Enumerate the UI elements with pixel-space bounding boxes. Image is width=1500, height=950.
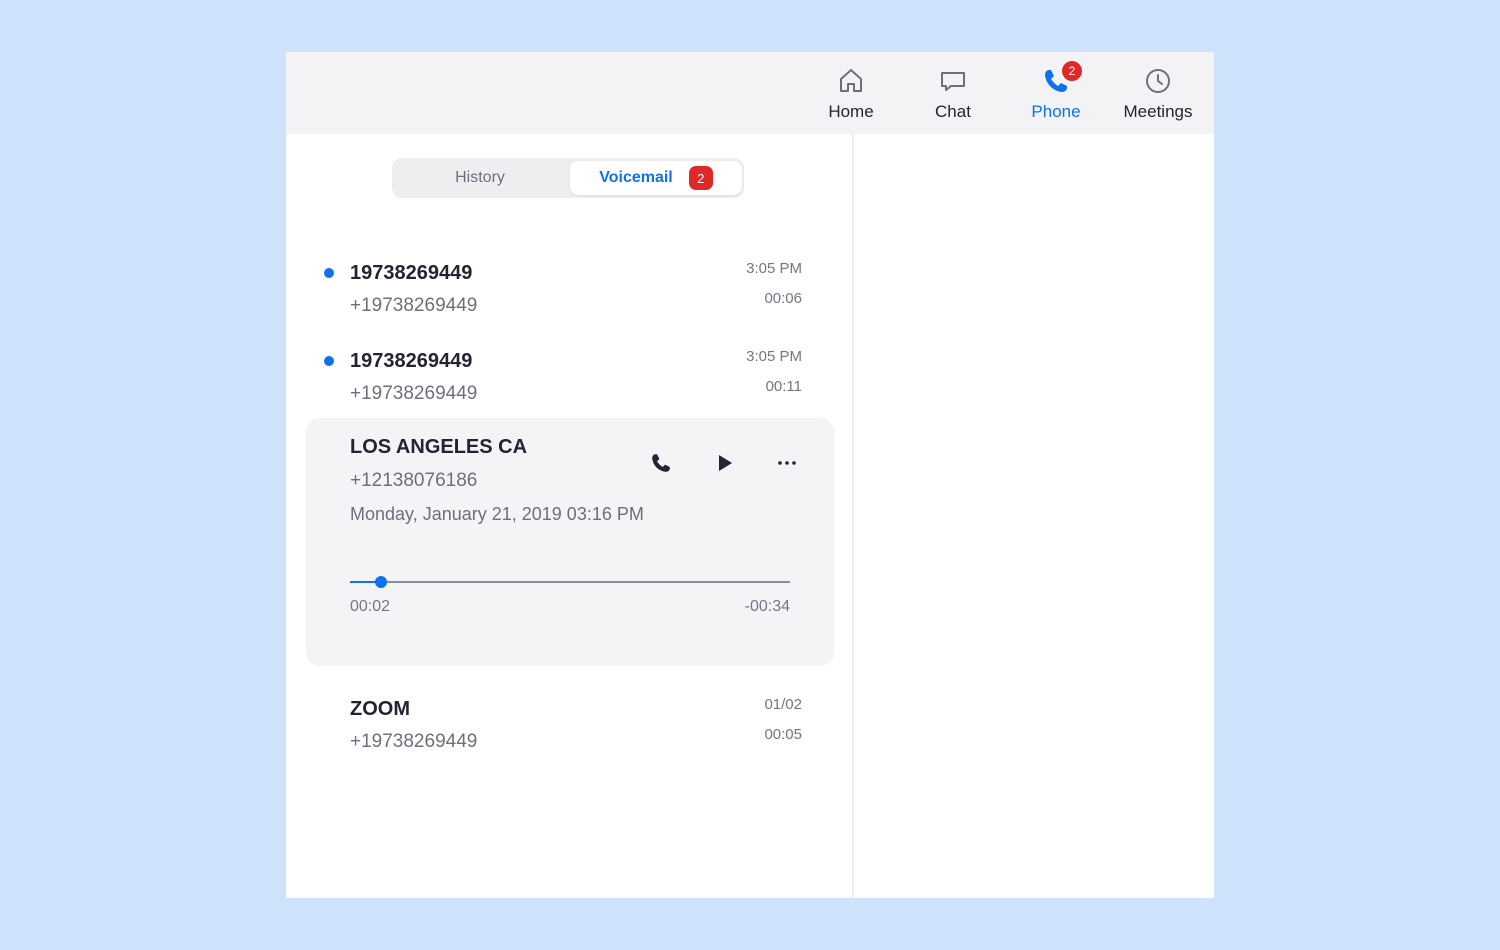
tab-history[interactable]: History (392, 161, 568, 195)
voicemail-duration: 00:05 (764, 726, 802, 743)
voicemail-time: 3:05 PM (746, 348, 802, 365)
voicemail-item[interactable]: 19738269449 +19738269449 3:05 PM 00:06 (306, 252, 834, 332)
voicemail-duration: 00:11 (765, 378, 802, 395)
more-icon (778, 461, 796, 465)
nav-chat[interactable]: Chat (903, 66, 1003, 126)
voicemail-count-badge: 2 (688, 166, 713, 190)
caller-name: ZOOM (350, 698, 410, 720)
call-back-button[interactable] (646, 448, 676, 478)
chat-icon (938, 66, 968, 96)
voicemail-time: 01/02 (764, 696, 802, 713)
voicemail-time: 3:05 PM (746, 260, 802, 277)
voicemail-duration: 00:06 (764, 290, 802, 307)
tab-voicemail[interactable]: Voicemail 2 (570, 161, 742, 195)
zoom-window: Home Chat 2 Phone Meetings History Voice… (286, 52, 1214, 898)
nav-meetings-label: Meetings (1123, 102, 1193, 121)
clock-icon (1143, 66, 1173, 96)
caller-name: 19738269449 (350, 262, 473, 284)
caller-number: +19738269449 (350, 383, 478, 404)
play-icon (719, 455, 732, 471)
voicemail-item[interactable]: ZOOM +19738269449 01/02 00:05 (306, 678, 834, 758)
caller-name: 19738269449 (350, 350, 473, 372)
voicemail-item-expanded[interactable]: LOS ANGELES CA +12138076186 Monday, Janu… (306, 418, 834, 666)
home-icon (836, 66, 866, 96)
nav-meetings[interactable]: Meetings (1108, 66, 1208, 126)
history-voicemail-switch: History Voicemail 2 (392, 158, 744, 198)
detail-panel (854, 134, 1214, 898)
more-options-button[interactable] (772, 448, 802, 478)
caller-number: +19738269449 (350, 295, 478, 316)
voicemail-panel: History Voicemail 2 19738269449 +1973826… (286, 134, 852, 898)
caller-name: LOS ANGELES CA (350, 436, 528, 458)
voicemail-date: Monday, January 21, 2019 03:16 PM (350, 504, 644, 524)
nav-phone-label: Phone (1031, 102, 1081, 121)
elapsed-time: 00:02 (350, 598, 391, 615)
caller-number: +19738269449 (350, 731, 478, 752)
voicemail-item[interactable]: 19738269449 +19738269449 3:05 PM 00:11 (306, 340, 834, 420)
playback-slider[interactable] (350, 576, 790, 588)
nav-phone[interactable]: 2 Phone (1006, 60, 1106, 126)
tab-voicemail-label: Voicemail (599, 169, 673, 186)
phone-icon: 2 (1041, 60, 1083, 96)
phone-icon (652, 454, 670, 472)
remaining-time: -00:34 (744, 598, 790, 615)
nav-home[interactable]: Home (801, 66, 901, 126)
nav-chat-label: Chat (935, 102, 971, 121)
playback-handle[interactable] (374, 576, 387, 588)
top-navigation: Home Chat 2 Phone Meetings (286, 52, 1214, 134)
unread-dot (324, 356, 334, 366)
play-button[interactable] (710, 448, 740, 478)
caller-number: +12138076186 (350, 470, 478, 491)
unread-dot (324, 268, 334, 278)
phone-badge: 2 (1061, 60, 1083, 82)
nav-home-label: Home (828, 102, 874, 121)
